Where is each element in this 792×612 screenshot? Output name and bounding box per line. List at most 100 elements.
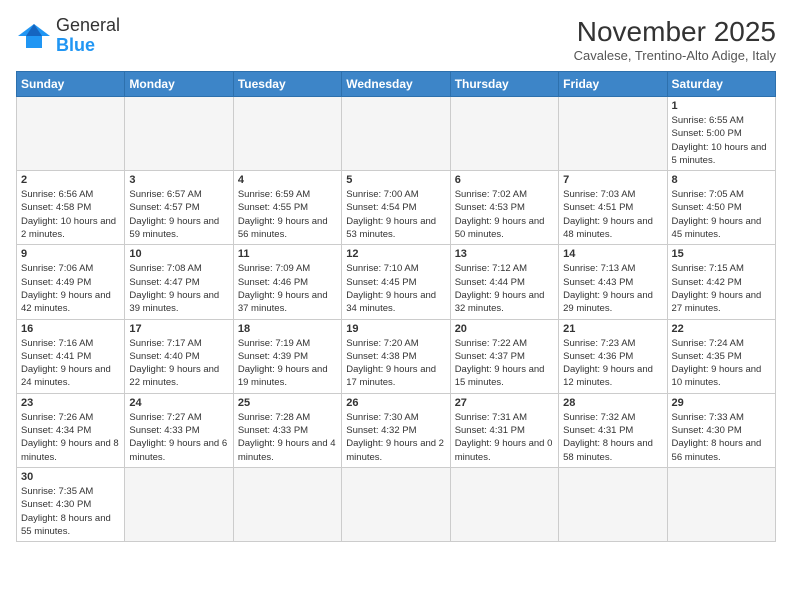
month-title: November 2025 xyxy=(574,16,776,48)
calendar-cell xyxy=(17,97,125,171)
day-info: Sunrise: 7:16 AMSunset: 4:41 PMDaylight:… xyxy=(21,337,120,390)
logo-blue: Blue xyxy=(56,36,120,56)
calendar-cell: 23 Sunrise: 7:26 AMSunset: 4:34 PMDayligh… xyxy=(17,393,125,467)
calendar-cell: 3 Sunrise: 6:57 AMSunset: 4:57 PMDaylight… xyxy=(125,171,233,245)
calendar-cell: 19Sunrise: 7:20 AMSunset: 4:38 PMDayligh… xyxy=(342,319,450,393)
day-number: 7 xyxy=(563,174,662,186)
title-block: November 2025 Cavalese, Trentino-Alto Ad… xyxy=(574,16,776,63)
calendar-cell xyxy=(233,97,341,171)
day-number: 4 xyxy=(238,174,337,186)
weekday-header-friday: Friday xyxy=(559,72,667,97)
calendar-cell: 6Sunrise: 7:02 AMSunset: 4:53 PMDaylight… xyxy=(450,171,558,245)
calendar-cell: 2 Sunrise: 6:56 AMSunset: 4:58 PMDaylight… xyxy=(17,171,125,245)
day-info: Sunrise: 7:00 AMSunset: 4:54 PMDaylight:… xyxy=(346,188,445,241)
day-info: Sunrise: 7:27 AMSunset: 4:33 PMDaylight:… xyxy=(129,411,228,464)
calendar-cell xyxy=(559,97,667,171)
day-info: Sunrise: 7:19 AMSunset: 4:39 PMDaylight:… xyxy=(238,337,337,390)
calendar-cell: 22 Sunrise: 7:24 AMSunset: 4:35 PMDayligh… xyxy=(667,319,775,393)
day-number: 3 xyxy=(129,174,228,186)
calendar-cell: 21Sunrise: 7:23 AMSunset: 4:36 PMDayligh… xyxy=(559,319,667,393)
calendar-week-4: 23 Sunrise: 7:26 AMSunset: 4:34 PMDayligh… xyxy=(17,393,776,467)
calendar-cell xyxy=(450,467,558,541)
calendar-cell: 24Sunrise: 7:27 AMSunset: 4:33 PMDayligh… xyxy=(125,393,233,467)
calendar-header-row: SundayMondayTuesdayWednesdayThursdayFrid… xyxy=(17,72,776,97)
day-info: Sunrise: 7:26 AMSunset: 4:34 PMDaylight:… xyxy=(21,411,120,464)
calendar-cell: 8 Sunrise: 7:05 AMSunset: 4:50 PMDaylight… xyxy=(667,171,775,245)
calendar-cell: 10Sunrise: 7:08 AMSunset: 4:47 PMDayligh… xyxy=(125,245,233,319)
calendar-week-0: 1Sunrise: 6:55 AMSunset: 5:00 PMDaylight… xyxy=(17,97,776,171)
weekday-header-sunday: Sunday xyxy=(17,72,125,97)
day-number: 2 xyxy=(21,174,120,186)
day-number: 26 xyxy=(346,397,445,409)
calendar-cell xyxy=(125,467,233,541)
calendar-cell: 25Sunrise: 7:28 AMSunset: 4:33 PMDayligh… xyxy=(233,393,341,467)
calendar-cell: 15 Sunrise: 7:15 AMSunset: 4:42 PMDayligh… xyxy=(667,245,775,319)
calendar-cell: 1Sunrise: 6:55 AMSunset: 5:00 PMDaylight… xyxy=(667,97,775,171)
day-number: 15 xyxy=(672,248,771,260)
calendar-cell xyxy=(450,97,558,171)
calendar-cell xyxy=(342,467,450,541)
day-info: Sunrise: 7:10 AMSunset: 4:45 PMDaylight:… xyxy=(346,262,445,315)
day-number: 18 xyxy=(238,323,337,335)
day-number: 17 xyxy=(129,323,228,335)
calendar-week-5: 30 Sunrise: 7:35 AMSunset: 4:30 PMDayligh… xyxy=(17,467,776,541)
calendar-cell: 18 Sunrise: 7:19 AMSunset: 4:39 PMDayligh… xyxy=(233,319,341,393)
calendar-table: SundayMondayTuesdayWednesdayThursdayFrid… xyxy=(16,71,776,542)
day-info: Sunrise: 7:15 AMSunset: 4:42 PMDaylight:… xyxy=(672,262,771,315)
calendar-cell xyxy=(342,97,450,171)
day-info: Sunrise: 6:55 AMSunset: 5:00 PMDaylight:… xyxy=(672,114,771,167)
day-number: 6 xyxy=(455,174,554,186)
logo-icon xyxy=(16,22,52,50)
calendar-week-2: 9Sunrise: 7:06 AMSunset: 4:49 PMDaylight… xyxy=(17,245,776,319)
calendar-cell: 17 Sunrise: 7:17 AMSunset: 4:40 PMDayligh… xyxy=(125,319,233,393)
day-number: 27 xyxy=(455,397,554,409)
day-info: Sunrise: 6:59 AMSunset: 4:55 PMDaylight:… xyxy=(238,188,337,241)
day-number: 13 xyxy=(455,248,554,260)
logo: General Blue xyxy=(16,16,120,56)
day-info: Sunrise: 7:05 AMSunset: 4:50 PMDaylight:… xyxy=(672,188,771,241)
day-number: 12 xyxy=(346,248,445,260)
weekday-header-wednesday: Wednesday xyxy=(342,72,450,97)
day-number: 23 xyxy=(21,397,120,409)
day-info: Sunrise: 7:30 AMSunset: 4:32 PMDaylight:… xyxy=(346,411,445,464)
day-number: 30 xyxy=(21,471,120,483)
calendar-cell: 12 Sunrise: 7:10 AMSunset: 4:45 PMDayligh… xyxy=(342,245,450,319)
calendar-cell xyxy=(125,97,233,171)
calendar-cell: 14Sunrise: 7:13 AMSunset: 4:43 PMDayligh… xyxy=(559,245,667,319)
calendar-cell: 20Sunrise: 7:22 AMSunset: 4:37 PMDayligh… xyxy=(450,319,558,393)
day-info: Sunrise: 7:20 AMSunset: 4:38 PMDaylight:… xyxy=(346,337,445,390)
calendar-cell: 4 Sunrise: 6:59 AMSunset: 4:55 PMDaylight… xyxy=(233,171,341,245)
calendar-cell: 13 Sunrise: 7:12 AMSunset: 4:44 PMDayligh… xyxy=(450,245,558,319)
calendar-cell: 16 Sunrise: 7:16 AMSunset: 4:41 PMDayligh… xyxy=(17,319,125,393)
day-number: 14 xyxy=(563,248,662,260)
weekday-header-thursday: Thursday xyxy=(450,72,558,97)
day-info: Sunrise: 7:12 AMSunset: 4:44 PMDaylight:… xyxy=(455,262,554,315)
page-header: General Blue November 2025 Cavalese, Tre… xyxy=(16,16,776,63)
day-info: Sunrise: 6:56 AMSunset: 4:58 PMDaylight:… xyxy=(21,188,120,241)
calendar-cell: 30 Sunrise: 7:35 AMSunset: 4:30 PMDayligh… xyxy=(17,467,125,541)
day-info: Sunrise: 7:35 AMSunset: 4:30 PMDaylight:… xyxy=(21,485,120,538)
calendar-cell: 26 Sunrise: 7:30 AMSunset: 4:32 PMDayligh… xyxy=(342,393,450,467)
day-info: Sunrise: 7:32 AMSunset: 4:31 PMDaylight:… xyxy=(563,411,662,464)
day-info: Sunrise: 7:24 AMSunset: 4:35 PMDaylight:… xyxy=(672,337,771,390)
day-info: Sunrise: 7:23 AMSunset: 4:36 PMDaylight:… xyxy=(563,337,662,390)
calendar-cell xyxy=(559,467,667,541)
day-info: Sunrise: 6:57 AMSunset: 4:57 PMDaylight:… xyxy=(129,188,228,241)
day-info: Sunrise: 7:33 AMSunset: 4:30 PMDaylight:… xyxy=(672,411,771,464)
weekday-header-saturday: Saturday xyxy=(667,72,775,97)
calendar-cell xyxy=(233,467,341,541)
calendar-cell: 29 Sunrise: 7:33 AMSunset: 4:30 PMDayligh… xyxy=(667,393,775,467)
calendar-cell: 5Sunrise: 7:00 AMSunset: 4:54 PMDaylight… xyxy=(342,171,450,245)
day-info: Sunrise: 7:03 AMSunset: 4:51 PMDaylight:… xyxy=(563,188,662,241)
calendar-cell: 28 Sunrise: 7:32 AMSunset: 4:31 PMDayligh… xyxy=(559,393,667,467)
day-info: Sunrise: 7:17 AMSunset: 4:40 PMDaylight:… xyxy=(129,337,228,390)
day-number: 20 xyxy=(455,323,554,335)
day-info: Sunrise: 7:28 AMSunset: 4:33 PMDaylight:… xyxy=(238,411,337,464)
day-number: 16 xyxy=(21,323,120,335)
calendar-week-1: 2 Sunrise: 6:56 AMSunset: 4:58 PMDaylight… xyxy=(17,171,776,245)
day-number: 8 xyxy=(672,174,771,186)
day-number: 29 xyxy=(672,397,771,409)
day-number: 22 xyxy=(672,323,771,335)
calendar-cell: 7 Sunrise: 7:03 AMSunset: 4:51 PMDaylight… xyxy=(559,171,667,245)
day-number: 28 xyxy=(563,397,662,409)
